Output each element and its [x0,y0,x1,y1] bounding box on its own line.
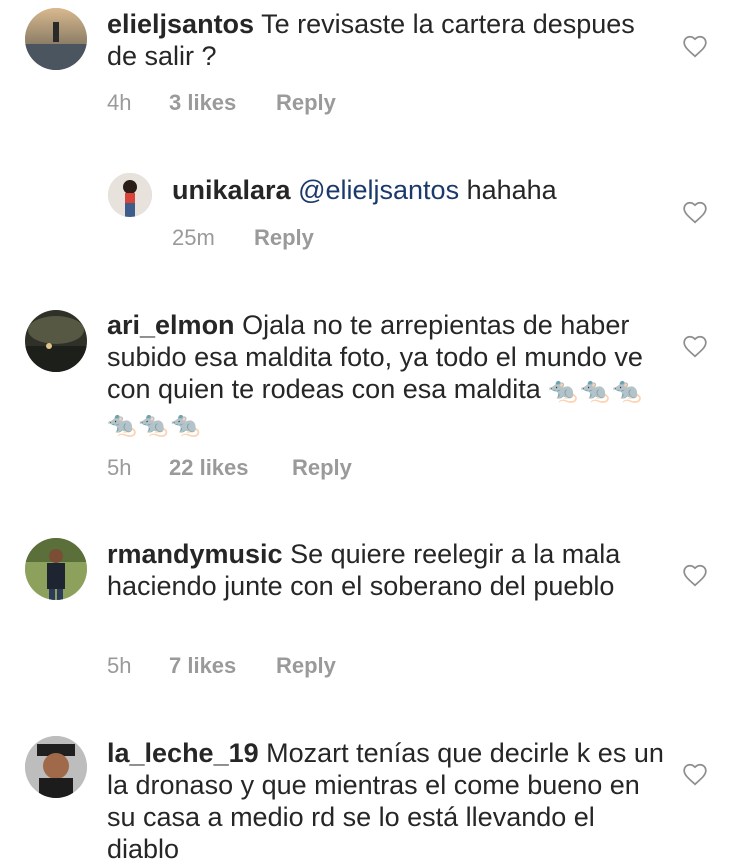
profile-photo [108,173,152,217]
comment-username[interactable]: elieljsantos [107,9,254,39]
comment-likes[interactable]: 3 likes [169,90,276,116]
profile-photo [25,8,87,70]
comment-likes[interactable]: 22 likes [169,455,292,481]
comment-time: 5h [107,455,132,480]
comment-meta: 5h 7 likes Reply [107,653,336,679]
comment-mention[interactable]: @elieljsantos [298,175,459,205]
profile-photo [25,538,87,600]
comment-meta: 25m Reply [172,225,314,251]
heart-outline-icon[interactable] [682,334,708,358]
comment-time: 4h [107,90,132,115]
comment-time: 5h [107,653,132,678]
comment-text: rmandymusic Se quiere reelegir a la mala… [107,538,667,602]
profile-photo [25,310,87,372]
heart-outline-icon[interactable] [682,200,708,224]
comment-text: la_leche_19 Mozart tenías que decirle k … [107,737,667,865]
comment-username[interactable]: unikalara [172,175,291,205]
comment-username[interactable]: la_leche_19 [107,738,259,768]
comment-time: 25m [172,225,215,250]
comment-username[interactable]: ari_elmon [107,310,235,340]
avatar[interactable] [25,736,87,798]
reply-button[interactable]: Reply [276,653,336,679]
comment-text: unikalara @elieljsantos hahaha [172,174,662,206]
heart-outline-icon[interactable] [682,563,708,587]
heart-outline-icon[interactable] [682,34,708,58]
reply-button[interactable]: Reply [292,455,352,481]
comment-username[interactable]: rmandymusic [107,539,283,569]
reply-button[interactable]: Reply [276,90,336,116]
heart-outline-icon[interactable] [682,762,708,786]
comment-likes[interactable]: 7 likes [169,653,276,679]
avatar[interactable] [108,173,152,217]
avatar[interactable] [25,8,87,70]
comment-text: ari_elmon Ojala no te arrepientas de hab… [107,309,667,441]
comment-body: hahaha [466,175,557,205]
profile-photo [25,736,87,798]
avatar[interactable] [25,310,87,372]
reply-button[interactable]: Reply [254,225,314,251]
comment-text: elieljsantos Te revisaste la cartera des… [107,8,667,72]
comment-meta: 4h 3 likes Reply [107,90,336,116]
avatar[interactable] [25,538,87,600]
comment-meta: 5h 22 likes Reply [107,455,352,481]
